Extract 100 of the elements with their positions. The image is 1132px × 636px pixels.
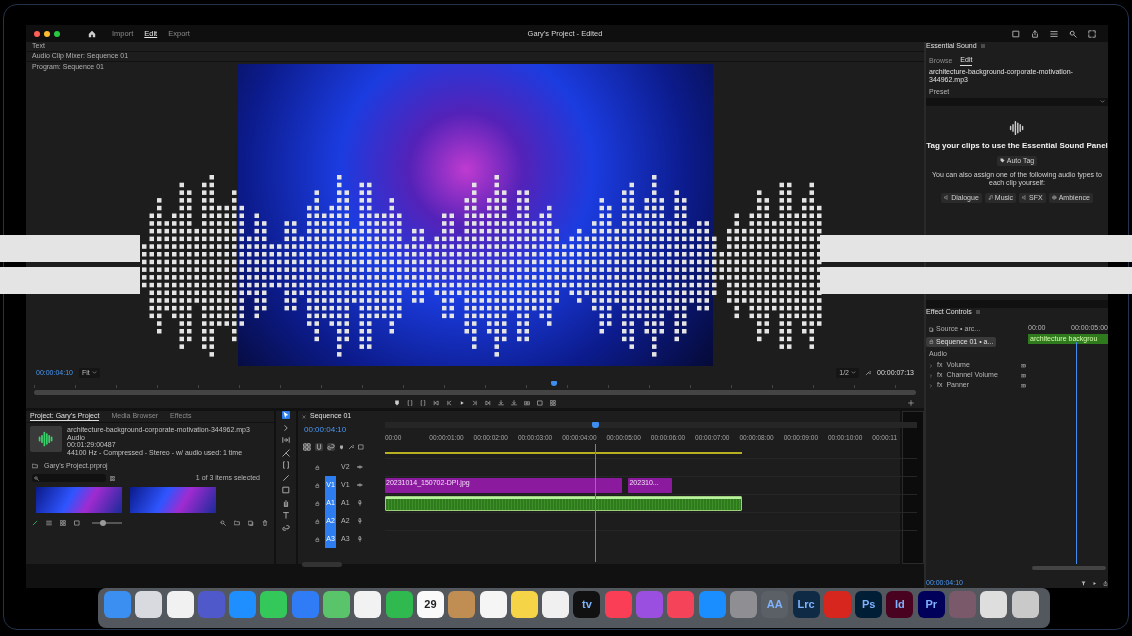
pen-icon[interactable] bbox=[282, 473, 290, 482]
marker-icon[interactable] bbox=[339, 444, 344, 450]
filter-icon[interactable] bbox=[1081, 580, 1086, 586]
app-icon[interactable] bbox=[479, 591, 507, 618]
panel-icon[interactable] bbox=[1012, 29, 1020, 38]
caret-icon bbox=[91, 370, 97, 376]
mark-in-icon[interactable] bbox=[407, 400, 413, 406]
clip-icon bbox=[929, 327, 934, 333]
audio-clip[interactable] bbox=[385, 496, 743, 511]
share-icon[interactable] bbox=[1031, 29, 1039, 38]
nest-icon[interactable] bbox=[303, 443, 311, 451]
plus-icon[interactable] bbox=[908, 400, 914, 406]
waveform-icon bbox=[1051, 195, 1057, 201]
expand-icon[interactable] bbox=[1088, 29, 1096, 38]
slider-thumb[interactable] bbox=[99, 519, 106, 526]
icon-view-icon[interactable] bbox=[60, 519, 66, 526]
window-close-button[interactable] bbox=[34, 30, 40, 37]
app-icon[interactable]: 29 bbox=[416, 591, 444, 618]
play-icon[interactable] bbox=[459, 400, 465, 406]
eye-icon[interactable] bbox=[357, 482, 363, 488]
microphone-icon[interactable] bbox=[357, 536, 363, 542]
reset-icon[interactable] bbox=[1021, 363, 1026, 369]
folder-icon[interactable] bbox=[234, 519, 240, 526]
window-zoom-button[interactable] bbox=[54, 30, 60, 37]
home-icon[interactable] bbox=[88, 29, 96, 38]
captions-icon[interactable] bbox=[358, 444, 364, 450]
lock-icon[interactable] bbox=[315, 536, 320, 542]
list-icon[interactable] bbox=[1050, 29, 1058, 38]
lock-icon[interactable] bbox=[315, 482, 320, 488]
new-item-icon[interactable] bbox=[248, 519, 254, 526]
search-icon[interactable] bbox=[1069, 29, 1077, 38]
app-icon[interactable] bbox=[260, 591, 288, 618]
app-icon[interactable]: Id bbox=[886, 591, 914, 618]
app-icon[interactable] bbox=[980, 591, 1008, 618]
wrench-icon[interactable] bbox=[865, 370, 871, 376]
app-icon[interactable] bbox=[385, 591, 413, 618]
selection-tool-icon[interactable] bbox=[282, 411, 290, 419]
play-icon[interactable] bbox=[1092, 580, 1097, 586]
zoom-slider[interactable] bbox=[92, 521, 122, 524]
waveform-icon bbox=[38, 431, 54, 447]
linked-selection-icon[interactable] bbox=[327, 443, 335, 451]
rectangle-icon[interactable] bbox=[282, 486, 290, 494]
ripple-edit-icon[interactable] bbox=[282, 436, 290, 444]
mark-out-icon[interactable] bbox=[420, 400, 426, 406]
hand-icon[interactable] bbox=[282, 498, 290, 507]
zoom-scrollbar[interactable] bbox=[1032, 566, 1106, 570]
app-icon[interactable] bbox=[542, 591, 570, 618]
lock-icon[interactable] bbox=[315, 500, 320, 506]
app-icon[interactable] bbox=[323, 591, 351, 618]
app-icon[interactable]: Ps bbox=[855, 591, 883, 618]
app-icon[interactable] bbox=[135, 591, 163, 618]
close-icon[interactable] bbox=[302, 414, 306, 419]
camera-icon[interactable] bbox=[524, 400, 530, 406]
wrench-icon[interactable] bbox=[348, 444, 354, 450]
app-icon[interactable]: Pr bbox=[917, 591, 945, 618]
app-icon[interactable] bbox=[510, 591, 538, 618]
new-bin-icon[interactable] bbox=[110, 475, 115, 481]
window-minimize-button[interactable] bbox=[44, 30, 50, 37]
app-icon[interactable]: Lrc bbox=[792, 591, 820, 618]
app-icon[interactable] bbox=[354, 591, 382, 618]
search-field[interactable] bbox=[32, 474, 106, 483]
link-icon[interactable] bbox=[282, 523, 290, 532]
track-select-icon[interactable] bbox=[282, 423, 290, 432]
eye-icon[interactable] bbox=[357, 464, 363, 470]
list-view-icon[interactable] bbox=[46, 519, 52, 526]
lock-icon[interactable] bbox=[315, 518, 320, 524]
microphone-icon[interactable] bbox=[357, 500, 363, 506]
caret-icon bbox=[1100, 99, 1105, 105]
app-icon[interactable]: tv bbox=[573, 591, 601, 618]
trash-icon[interactable] bbox=[262, 519, 268, 526]
go-to-out-icon[interactable] bbox=[485, 400, 491, 406]
folder-icon[interactable] bbox=[32, 462, 38, 469]
find-icon[interactable] bbox=[220, 519, 226, 526]
zoom-scrollbar[interactable] bbox=[302, 562, 342, 567]
marker-icon[interactable] bbox=[394, 400, 400, 406]
lock-icon[interactable] bbox=[315, 464, 320, 470]
zoom-scrollbar[interactable] bbox=[34, 390, 916, 395]
pencil-icon[interactable] bbox=[32, 519, 38, 526]
lift-icon[interactable] bbox=[498, 400, 504, 406]
microphone-icon[interactable] bbox=[357, 518, 363, 524]
speaker-icon bbox=[1022, 195, 1028, 201]
timecode: 00:00:04:10 bbox=[303, 424, 348, 436]
step-forward-icon[interactable] bbox=[472, 400, 478, 406]
step-back-icon[interactable] bbox=[446, 400, 452, 406]
freeform-view-icon[interactable] bbox=[74, 519, 80, 526]
app-icon[interactable] bbox=[166, 591, 194, 618]
export-icon[interactable] bbox=[1103, 580, 1108, 586]
razor-icon[interactable] bbox=[282, 448, 290, 457]
go-to-in-icon[interactable] bbox=[433, 400, 439, 406]
extract-icon[interactable] bbox=[511, 400, 517, 406]
music-note-icon bbox=[987, 195, 993, 201]
reset-icon[interactable] bbox=[1021, 383, 1026, 389]
slip-icon[interactable] bbox=[282, 461, 290, 469]
playhead[interactable] bbox=[591, 422, 599, 428]
reset-icon[interactable] bbox=[1021, 373, 1026, 379]
app-icon[interactable] bbox=[1011, 591, 1039, 618]
type-icon[interactable] bbox=[282, 511, 290, 519]
snap-icon[interactable] bbox=[315, 443, 323, 451]
playhead-marker[interactable] bbox=[551, 381, 558, 386]
grid-icon[interactable] bbox=[550, 400, 556, 406]
